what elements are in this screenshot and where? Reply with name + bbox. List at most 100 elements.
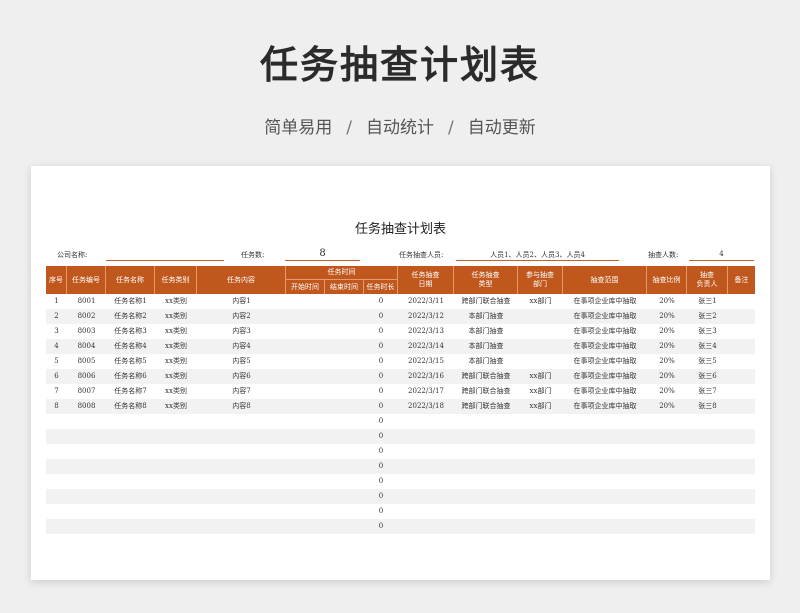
cell-owner[interactable]: 张三2 xyxy=(687,309,728,324)
cell-content[interactable]: 内容7 xyxy=(197,384,286,399)
cell-content[interactable] xyxy=(197,429,286,444)
cell-scope[interactable] xyxy=(563,474,647,489)
cell-duration[interactable]: 0 xyxy=(364,489,398,504)
cell-scope[interactable]: 在事项企业库中抽取 xyxy=(563,384,647,399)
cell-end[interactable] xyxy=(325,519,364,534)
cell-date[interactable] xyxy=(398,429,454,444)
cell-type[interactable]: 本部门抽查 xyxy=(454,324,518,339)
cell-type[interactable]: 本部门抽查 xyxy=(454,354,518,369)
cell-seq[interactable] xyxy=(46,519,67,534)
cell-type[interactable]: 本部门抽查 xyxy=(454,339,518,354)
cell-name[interactable] xyxy=(106,489,155,504)
cell-name[interactable]: 任务名称7 xyxy=(106,384,155,399)
cell-dept[interactable] xyxy=(518,519,563,534)
cell-seq[interactable] xyxy=(46,444,67,459)
cell-duration[interactable]: 0 xyxy=(364,519,398,534)
cell-category[interactable] xyxy=(155,504,197,519)
cell-duration[interactable]: 0 xyxy=(364,504,398,519)
cell-duration[interactable]: 0 xyxy=(364,474,398,489)
cell-type[interactable] xyxy=(454,414,518,429)
cell-dept[interactable] xyxy=(518,324,563,339)
cell-owner[interactable]: 张三7 xyxy=(687,384,728,399)
staff-count-field[interactable]: 4 xyxy=(689,250,754,258)
cell-duration[interactable]: 0 xyxy=(364,309,398,324)
cell-ratio[interactable] xyxy=(647,459,687,474)
cell-owner[interactable] xyxy=(687,489,728,504)
cell-end[interactable] xyxy=(325,324,364,339)
cell-date[interactable] xyxy=(398,489,454,504)
cell-type[interactable]: 跨部门联合抽查 xyxy=(454,369,518,384)
cell-end[interactable] xyxy=(325,399,364,414)
cell-seq[interactable] xyxy=(46,414,67,429)
cell-dept[interactable] xyxy=(518,474,563,489)
cell-dept[interactable]: xx部门 xyxy=(518,294,563,309)
cell-duration[interactable]: 0 xyxy=(364,459,398,474)
cell-ratio[interactable]: 20% xyxy=(647,324,687,339)
cell-seq[interactable] xyxy=(46,474,67,489)
cell-seq[interactable]: 2 xyxy=(46,309,67,324)
cell-date[interactable]: 2022/3/11 xyxy=(398,294,454,309)
cell-ratio[interactable]: 20% xyxy=(647,339,687,354)
cell-dept[interactable]: xx部门 xyxy=(518,384,563,399)
cell-scope[interactable]: 在事项企业库中抽取 xyxy=(563,399,647,414)
cell-note[interactable] xyxy=(728,384,755,399)
cell-ratio[interactable] xyxy=(647,429,687,444)
cell-category[interactable]: xx类别 xyxy=(155,399,197,414)
cell-note[interactable] xyxy=(728,504,755,519)
cell-duration[interactable]: 0 xyxy=(364,354,398,369)
cell-name[interactable]: 任务名称4 xyxy=(106,339,155,354)
cell-ratio[interactable] xyxy=(647,504,687,519)
cell-start[interactable] xyxy=(286,294,325,309)
cell-duration[interactable]: 0 xyxy=(364,444,398,459)
cell-end[interactable] xyxy=(325,369,364,384)
cell-name[interactable]: 任务名称3 xyxy=(106,324,155,339)
cell-end[interactable] xyxy=(325,339,364,354)
cell-code[interactable]: 8008 xyxy=(67,399,106,414)
cell-end[interactable] xyxy=(325,504,364,519)
cell-owner[interactable] xyxy=(687,519,728,534)
cell-date[interactable]: 2022/3/14 xyxy=(398,339,454,354)
cell-ratio[interactable] xyxy=(647,474,687,489)
cell-category[interactable] xyxy=(155,459,197,474)
cell-note[interactable] xyxy=(728,354,755,369)
cell-code[interactable] xyxy=(67,504,106,519)
cell-category[interactable]: xx类别 xyxy=(155,384,197,399)
cell-name[interactable] xyxy=(106,429,155,444)
cell-date[interactable] xyxy=(398,474,454,489)
cell-scope[interactable] xyxy=(563,429,647,444)
cell-category[interactable]: xx类别 xyxy=(155,339,197,354)
cell-dept[interactable]: xx部门 xyxy=(518,369,563,384)
cell-dept[interactable] xyxy=(518,309,563,324)
cell-type[interactable] xyxy=(454,429,518,444)
cell-name[interactable] xyxy=(106,474,155,489)
cell-owner[interactable] xyxy=(687,474,728,489)
cell-seq[interactable] xyxy=(46,504,67,519)
cell-start[interactable] xyxy=(286,489,325,504)
cell-duration[interactable]: 0 xyxy=(364,414,398,429)
cell-owner[interactable]: 张三8 xyxy=(687,399,728,414)
cell-start[interactable] xyxy=(286,309,325,324)
cell-date[interactable] xyxy=(398,459,454,474)
cell-scope[interactable]: 在事项企业库中抽取 xyxy=(563,369,647,384)
cell-name[interactable]: 任务名称8 xyxy=(106,399,155,414)
cell-content[interactable]: 内容2 xyxy=(197,309,286,324)
cell-note[interactable] xyxy=(728,399,755,414)
cell-dept[interactable] xyxy=(518,504,563,519)
cell-code[interactable] xyxy=(67,519,106,534)
cell-code[interactable] xyxy=(67,489,106,504)
cell-scope[interactable] xyxy=(563,489,647,504)
cell-type[interactable] xyxy=(454,504,518,519)
cell-date[interactable]: 2022/3/13 xyxy=(398,324,454,339)
cell-ratio[interactable]: 20% xyxy=(647,399,687,414)
cell-owner[interactable] xyxy=(687,414,728,429)
cell-date[interactable] xyxy=(398,519,454,534)
cell-owner[interactable]: 张三6 xyxy=(687,369,728,384)
cell-date[interactable] xyxy=(398,444,454,459)
cell-start[interactable] xyxy=(286,324,325,339)
cell-date[interactable]: 2022/3/18 xyxy=(398,399,454,414)
cell-code[interactable] xyxy=(67,459,106,474)
cell-start[interactable] xyxy=(286,339,325,354)
cell-start[interactable] xyxy=(286,384,325,399)
cell-type[interactable] xyxy=(454,444,518,459)
cell-code[interactable] xyxy=(67,429,106,444)
